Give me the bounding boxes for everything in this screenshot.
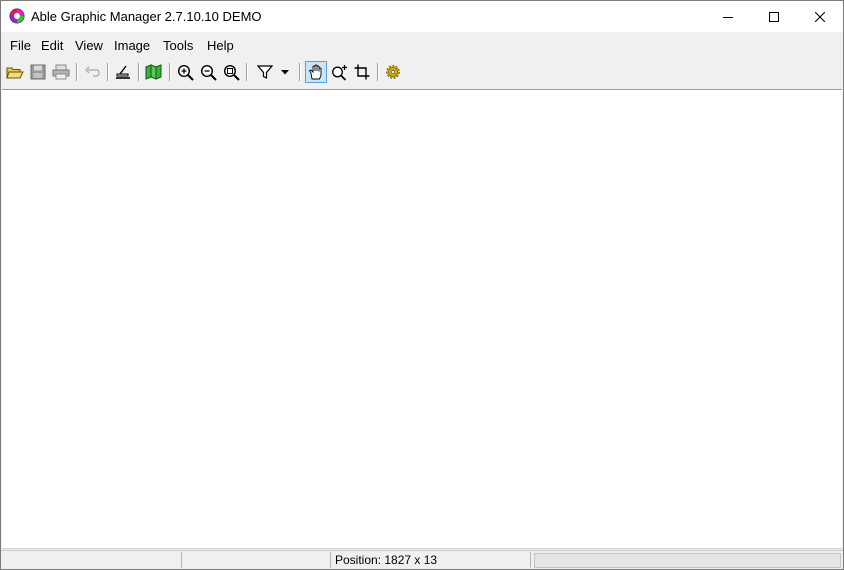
filter-button[interactable] — [254, 61, 276, 83]
progress-bar — [534, 553, 841, 568]
toolbar-separator — [246, 63, 247, 81]
menu-file[interactable]: File — [10, 38, 31, 53]
open-button[interactable] — [4, 61, 26, 83]
scan-button[interactable] — [112, 61, 134, 83]
toolbar-separator — [138, 63, 139, 81]
status-bar: Position: 1827 x 13 — [1, 550, 843, 569]
zoom-fit-icon — [223, 64, 240, 81]
undo-icon — [85, 66, 100, 77]
menu-view[interactable]: View — [75, 38, 103, 53]
close-button[interactable] — [797, 1, 843, 32]
zoom-tool-button[interactable] — [328, 61, 350, 83]
save-button[interactable] — [27, 61, 49, 83]
title-bar[interactable]: Able Graphic Manager 2.7.10.10 DEMO — [1, 1, 843, 32]
zoom-tool-icon — [331, 64, 347, 81]
menu-bar: File Edit View Image Tools Help — [1, 32, 843, 58]
pan-hand-icon — [308, 64, 322, 80]
undo-button[interactable] — [81, 61, 103, 83]
app-window: Able Graphic Manager 2.7.10.10 DEMO File… — [0, 0, 844, 570]
filter-dropdown-icon — [281, 69, 289, 74]
save-icon — [30, 64, 46, 80]
book-button[interactable] — [143, 61, 165, 83]
menu-help[interactable]: Help — [207, 38, 234, 53]
status-panel — [1, 552, 182, 568]
zoom-fit-button[interactable] — [220, 61, 242, 83]
book-icon — [145, 64, 162, 80]
crop-button[interactable] — [351, 61, 373, 83]
filter-icon — [257, 65, 273, 79]
toolbar-separator — [107, 63, 108, 81]
toolbar-separator — [299, 63, 300, 81]
close-icon — [815, 11, 825, 22]
filter-dropdown-button[interactable] — [278, 61, 292, 83]
menu-edit[interactable]: Edit — [41, 38, 63, 53]
scan-icon — [116, 65, 130, 79]
app-logo-icon — [9, 8, 25, 24]
menu-image[interactable]: Image — [114, 38, 150, 53]
toolbar-separator — [377, 63, 378, 81]
minimize-icon — [723, 16, 733, 18]
menu-tools[interactable]: Tools — [163, 38, 193, 53]
settings-button[interactable] — [382, 61, 404, 83]
zoom-in-icon — [177, 64, 194, 81]
zoom-out-button[interactable] — [197, 61, 219, 83]
zoom-in-button[interactable] — [174, 61, 196, 83]
open-folder-icon — [6, 67, 24, 79]
toolbar — [1, 58, 843, 86]
print-icon — [52, 64, 70, 80]
minimize-button[interactable] — [705, 1, 751, 32]
maximize-button[interactable] — [751, 1, 797, 32]
print-button[interactable] — [50, 61, 72, 83]
window-title: Able Graphic Manager 2.7.10.10 DEMO — [31, 9, 262, 24]
crop-icon — [354, 64, 370, 80]
toolbar-separator — [76, 63, 77, 81]
position-readout: Position: 1827 x 13 — [335, 553, 438, 567]
status-panel — [182, 552, 331, 568]
image-canvas[interactable] — [2, 89, 842, 549]
maximize-icon — [769, 11, 779, 22]
pan-tool-button[interactable] — [305, 61, 327, 83]
zoom-out-icon — [200, 64, 217, 81]
toolbar-separator — [169, 63, 170, 81]
settings-gear-icon — [386, 65, 400, 79]
